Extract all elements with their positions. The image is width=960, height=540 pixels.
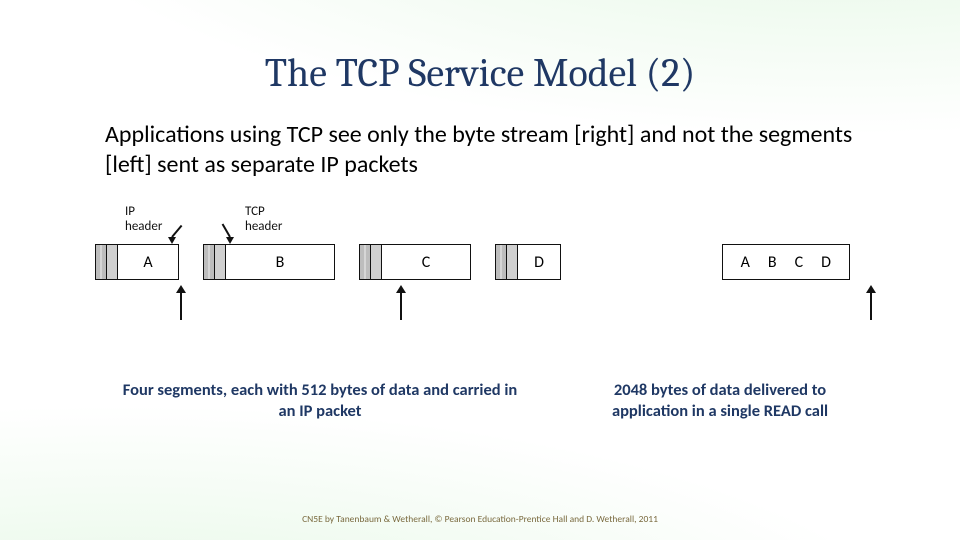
payload-label: C — [382, 245, 470, 279]
payload-label: B — [226, 245, 334, 279]
ip-header-block — [204, 245, 215, 279]
arrow-down-icon — [226, 237, 234, 244]
packet-b: B — [203, 244, 335, 280]
stream-byte: A — [741, 253, 750, 272]
segments-group: A B C D — [95, 244, 561, 280]
slide-body-text: Applications using TCP see only the byte… — [105, 120, 860, 180]
ip-header-block — [496, 245, 507, 279]
arrow-line — [171, 225, 182, 238]
stream-byte: C — [795, 253, 804, 272]
caption-right: 2048 bytes of data delivered to applicat… — [580, 380, 860, 421]
arrow-down-icon — [168, 237, 176, 244]
tcp-header-block — [507, 245, 518, 279]
tcp-header-block — [215, 245, 226, 279]
tcp-header-block — [107, 245, 118, 279]
arrow-up-icon — [180, 292, 182, 320]
captions-row: Four segments, each with 512 bytes of da… — [60, 380, 900, 421]
stream-byte: D — [821, 253, 831, 272]
tcp-header-label: TCP header — [245, 204, 282, 234]
ip-header-label: IP header — [125, 204, 162, 234]
footer-citation: CN5E by Tanenbaum & Wetherall, © Pearson… — [0, 514, 960, 526]
diagram: IP header TCP header A B C — [60, 210, 900, 360]
arrow-up-icon — [870, 292, 872, 320]
payload-label: A — [118, 245, 178, 279]
slide-container: The TCP Service Model (2) Applications u… — [0, 0, 960, 540]
arrow-up-icon — [400, 292, 402, 320]
packet-d: D — [495, 244, 561, 280]
packet-a: A — [95, 244, 179, 280]
title-text: The TCP Service Model (2) — [265, 50, 695, 96]
byte-stream-box: A B C D — [722, 244, 850, 280]
slide-title: The TCP Service Model (2) — [60, 50, 900, 96]
arrow-line — [222, 224, 231, 238]
payload-label: D — [518, 245, 560, 279]
stream-byte: B — [768, 253, 777, 272]
ip-header-block — [360, 245, 371, 279]
tcp-header-block — [371, 245, 382, 279]
ip-header-block — [96, 245, 107, 279]
caption-left: Four segments, each with 512 bytes of da… — [120, 380, 520, 421]
packet-c: C — [359, 244, 471, 280]
